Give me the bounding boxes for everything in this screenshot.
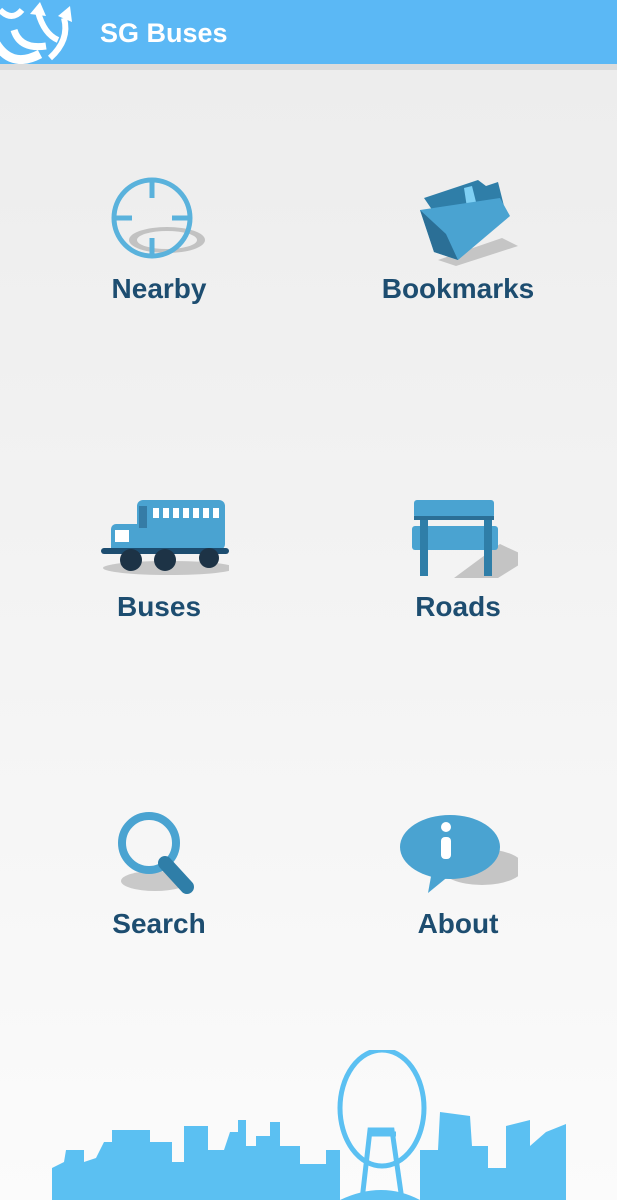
folder-bookmark-icon <box>420 180 518 266</box>
menu-item-bookmarks[interactable]: Bookmarks <box>338 176 578 346</box>
menu-item-nearby[interactable]: Nearby <box>39 176 279 346</box>
menu-item-label: Buses <box>116 591 202 622</box>
menu-item-search[interactable]: Search <box>39 811 279 981</box>
menu-item-label: About <box>417 908 499 939</box>
magnifier-icon <box>118 812 194 894</box>
crosshair-icon <box>111 177 205 259</box>
road-sign-icon <box>412 500 518 578</box>
menu-item-label: Search <box>112 908 206 939</box>
bus-arrows-logo-icon[interactable] <box>0 0 80 64</box>
menu-item-label: Nearby <box>111 273 207 304</box>
menu-item-buses[interactable]: Buses <box>39 494 279 664</box>
app-bar: SG Buses <box>0 0 617 70</box>
bus-icon <box>101 500 229 575</box>
menu-item-label: Roads <box>415 591 501 622</box>
menu-item-label: Bookmarks <box>381 273 535 304</box>
menu-item-about[interactable]: About <box>338 811 578 981</box>
app-title: SG Buses <box>100 18 228 48</box>
singapore-skyline-illustration <box>52 1050 566 1200</box>
menu-item-roads[interactable]: Roads <box>338 494 578 664</box>
info-bubble-icon <box>400 815 518 893</box>
